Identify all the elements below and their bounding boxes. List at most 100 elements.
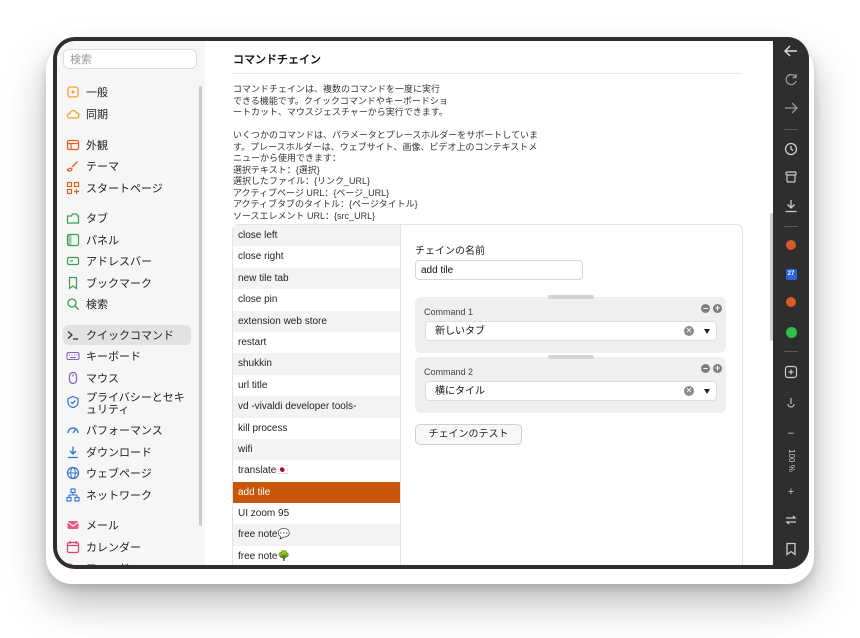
terminal-icon xyxy=(66,328,80,342)
sidebar-item-shield[interactable]: プライバシーとセキュリティ xyxy=(63,389,191,419)
download-icon[interactable] xyxy=(782,197,800,215)
divider xyxy=(784,129,798,130)
sidebar-item-grid[interactable]: スタートページ xyxy=(63,178,191,198)
sidebar-item-brush[interactable]: テーマ xyxy=(63,156,191,176)
chain-list-item[interactable]: new tile tab xyxy=(233,267,400,290)
search-input[interactable]: 検索 xyxy=(63,49,197,69)
divider xyxy=(784,226,798,227)
sidebar-item-keyboard[interactable]: キーボード xyxy=(63,346,191,366)
chain-list-item[interactable]: add tile xyxy=(233,481,400,504)
keyboard-icon xyxy=(66,349,80,363)
sidebar-item-panel[interactable]: パネル xyxy=(63,230,191,250)
vivaldi-icon[interactable] xyxy=(782,236,800,254)
sidebar-item-label: テーマ xyxy=(86,161,119,173)
chain-list-item[interactable]: vd -vivaldi developer tools- xyxy=(233,396,400,418)
command-card-2[interactable]: Command 2 – + 横にタイル ✕ xyxy=(415,355,726,413)
sidebar-item-network[interactable]: ネットワーク xyxy=(63,485,191,505)
sidebar-item-gauge[interactable]: パフォーマンス xyxy=(63,420,191,440)
chain-list-item[interactable]: wifi xyxy=(233,438,400,461)
sidebar-item-feed[interactable]: フィード xyxy=(63,558,191,565)
settings-content: コマンドチェイン コマンドチェインは、複数のコマンドを一度に実行 できる機能です。… xyxy=(205,41,773,565)
sidebar-item-terminal[interactable]: クイックコマンド xyxy=(63,325,191,345)
sidebar-item-label: アドレスバー xyxy=(86,256,152,268)
settings-sidebar: 検索 一般 同期 外観 テーマ スタートページ タブ パネル アドレスバー ブックマーク 検索 クイ… xyxy=(57,41,206,565)
remove-command-icon[interactable]: – xyxy=(701,364,710,373)
chain-list-item[interactable]: UI zoom 95 xyxy=(233,503,400,524)
addressbar-icon xyxy=(66,254,80,268)
status-dot-icon[interactable] xyxy=(782,323,800,341)
reload-icon[interactable] xyxy=(782,71,800,89)
sidebar-item-label: ウェブページ xyxy=(86,468,152,480)
sidebar-item-mail[interactable]: メール xyxy=(63,515,191,535)
sidebar-item-bookmark[interactable]: ブックマーク xyxy=(63,273,191,293)
command-card-1[interactable]: Command 1 – + 新しいタブ ✕ xyxy=(415,295,726,353)
sidebar-item-globe[interactable]: ウェブページ xyxy=(63,463,191,483)
sidebar-item-appearance[interactable]: 外観 xyxy=(63,135,191,155)
sidebar-item-cloud[interactable]: 同期 xyxy=(63,104,191,124)
zoom-in-icon[interactable]: + xyxy=(782,483,800,501)
command-select[interactable]: 新しいタブ ✕ xyxy=(425,321,717,341)
description-line: ニューから使用できます： xyxy=(233,153,342,163)
description-line: ソースエレメント URL：{src_URL} xyxy=(233,210,376,221)
sidebar-scrollbar[interactable] xyxy=(199,86,202,526)
chain-list-item[interactable]: restart xyxy=(233,332,400,353)
chevron-down-icon[interactable] xyxy=(704,389,710,394)
cloud-icon xyxy=(66,107,80,121)
command-value: 新しいタブ xyxy=(435,326,485,337)
chain-name-label: チェインの名前 xyxy=(415,246,485,257)
history-icon[interactable] xyxy=(782,140,800,158)
sidebar-item-calendar[interactable]: カレンダー xyxy=(63,537,191,557)
divider xyxy=(400,225,401,565)
chain-list-item[interactable]: kill process xyxy=(233,418,400,439)
sidebar-item-label: 同期 xyxy=(86,109,108,121)
sidebar-item-label: 検索 xyxy=(86,299,108,311)
chain-list-item[interactable]: shukkin xyxy=(233,353,400,375)
description-line: できる機能です。クイックコマンドやキーボードショ xyxy=(233,95,448,106)
image-properties-icon[interactable] xyxy=(782,394,800,412)
back-icon[interactable] xyxy=(782,42,800,60)
bookmark-icon[interactable] xyxy=(782,540,800,558)
mail-icon xyxy=(66,518,80,532)
chevron-down-icon[interactable] xyxy=(704,329,710,334)
chain-list-item[interactable]: translate🇯🇵 xyxy=(233,460,400,481)
zoom-level[interactable]: 100 % xyxy=(782,442,800,478)
zoom-out-icon[interactable]: – xyxy=(782,424,800,442)
drag-handle[interactable] xyxy=(548,355,594,359)
vivaldi-icon[interactable] xyxy=(782,293,800,311)
clear-icon[interactable]: ✕ xyxy=(684,326,694,336)
add-command-icon[interactable]: + xyxy=(713,364,722,373)
calendar-icon[interactable]: 27 xyxy=(782,265,800,283)
sidebar-item-tabs[interactable]: タブ xyxy=(63,208,191,228)
forward-icon[interactable] xyxy=(782,99,800,117)
chain-name-input[interactable]: add tile xyxy=(415,260,583,280)
add-panel-icon[interactable] xyxy=(782,363,800,381)
sync-icon[interactable] xyxy=(782,511,800,529)
drag-handle[interactable] xyxy=(548,295,594,299)
sidebar-item-search[interactable]: 検索 xyxy=(63,294,191,314)
chain-list-item[interactable]: close right xyxy=(233,246,400,267)
test-chain-button[interactable]: チェインのテスト xyxy=(415,424,522,445)
sidebar-item-addressbar[interactable]: アドレスバー xyxy=(63,251,191,271)
sidebar-item-label: クイックコマンド xyxy=(86,330,174,342)
remove-command-icon[interactable]: – xyxy=(701,304,710,313)
tabs-icon xyxy=(66,211,80,225)
chain-list-item[interactable]: close pin xyxy=(233,289,400,310)
sidebar-item-label: キーボード xyxy=(86,351,141,363)
sidebar-item-label: スタートページ xyxy=(86,183,163,195)
trash-icon[interactable] xyxy=(782,168,800,186)
chain-list-item[interactable]: close left xyxy=(233,225,400,247)
sidebar-item-mouse[interactable]: マウス xyxy=(63,368,191,388)
clear-icon[interactable]: ✕ xyxy=(684,386,694,396)
chain-list-item[interactable]: url title xyxy=(233,375,400,396)
chain-list-item[interactable]: free note💬 xyxy=(233,524,400,546)
calendar-icon xyxy=(66,540,80,554)
chain-list-item[interactable]: free note🌳 xyxy=(233,546,400,565)
sidebar-item-label: ブックマーク xyxy=(86,278,152,290)
sidebar-item-general[interactable]: 一般 xyxy=(63,82,191,102)
sidebar-item-download[interactable]: ダウンロード xyxy=(63,442,191,462)
network-icon xyxy=(66,488,80,502)
description-line: コマンドチェインは、複数のコマンドを一度に実行 xyxy=(233,84,441,94)
chain-list-item[interactable]: extension web store xyxy=(233,310,400,332)
command-select[interactable]: 横にタイル ✕ xyxy=(425,381,717,401)
add-command-icon[interactable]: + xyxy=(713,304,722,313)
